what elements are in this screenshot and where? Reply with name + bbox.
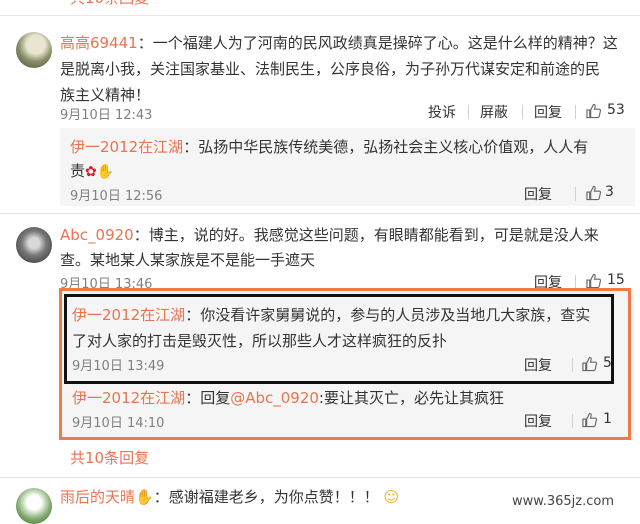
username-link[interactable]: 伊一2012在江湖 [72,389,185,407]
divider [572,358,573,372]
smile-emoji-icon: ☺ [378,488,400,506]
like-count: 5 [603,355,612,371]
comment-body: 雨后的天晴✋：感谢福建老乡，为你点赞！！！ ☺ [60,488,400,506]
comment-body-line: 查。某地某人某家族是不是能一手遮天 [60,251,316,269]
reply-body-line: 责✿✋ [70,162,115,180]
like-count: 53 [607,102,625,118]
watermark: www.365jz.com [512,494,614,509]
divider [0,477,640,478]
comment-time: 9月10日 12:43 [60,108,153,123]
reply-button[interactable]: 回复 [534,102,562,122]
divider [0,15,640,16]
thumbs-up-icon[interactable] [586,273,601,289]
username-link[interactable]: 雨后的天晴 [60,488,135,506]
like-count: 1 [603,411,612,427]
divider [575,275,576,289]
reply-body: 伊一2012在江湖：弘扬中华民族传统美德，弘扬社会主义核心价值观，人人有 [70,138,589,156]
thumbs-up-icon[interactable] [582,412,597,428]
block-button[interactable]: 屏蔽 [480,102,508,122]
divider [575,187,576,201]
divider [522,105,523,119]
comment-body-line: 是脱离小我，关注国家基业、法制民生，公序良俗，为子孙万代谋安定和前途的民 [60,60,601,78]
avatar[interactable] [16,488,52,524]
divider [572,414,573,428]
like-count: 15 [607,272,625,288]
username-link[interactable]: Abc_0920 [60,226,134,244]
mention-link[interactable]: @Abc_0920 [230,389,319,407]
more-replies-link-top[interactable]: 共10条回复 [70,0,149,8]
avatar[interactable] [16,32,52,68]
reply-body-line: 了对人家的打击是毁灭性，所以那些人才这样疯狂的反扑 [72,332,448,350]
username-link[interactable]: 高高69441 [60,34,138,52]
reply-body: 伊一2012在江湖：你没看许家舅舅说的，参与的人员涉及当地几大家族，查实 [72,306,591,324]
like-count: 3 [605,184,614,200]
comment-body: Abc_0920：博主，说的好。我感觉这些问题，有眼睛都能看到，可是就是没人来 [60,226,599,244]
divider [575,105,576,119]
hands-emoji-icon: ✋ [135,488,154,506]
thumbs-up-icon[interactable] [586,103,601,119]
reply-time: 9月10日 14:10 [72,416,165,431]
reply-button[interactable]: 回复 [524,411,552,431]
avatar[interactable] [16,227,52,263]
reply-time: 9月10日 12:56 [70,189,163,204]
more-replies-link[interactable]: 共10条回复 [70,447,149,468]
thumbs-up-icon[interactable] [586,185,601,201]
reply-button[interactable]: 回复 [524,355,552,375]
divider [468,105,469,119]
username-link[interactable]: 伊一2012在江湖 [72,306,185,324]
comment-body: 高高69441：一个福建人为了河南的民风政绩真是操碎了心。这是什么样的精神？这 [60,34,618,52]
reply-button[interactable]: 回复 [524,184,552,204]
reply-body: 伊一2012在江湖：回复@Abc_0920:要让其灭亡，必先让其疯狂 [72,389,504,407]
thumbs-up-icon[interactable] [582,356,597,372]
username-link[interactable]: 伊一2012在江湖 [70,138,183,156]
reply-time: 9月10日 13:49 [72,359,165,374]
hands-emoji-icon: ✋ [96,164,115,180]
report-button[interactable]: 投诉 [428,102,456,122]
divider [0,213,640,214]
rose-emoji-icon: ✿ [85,164,97,180]
